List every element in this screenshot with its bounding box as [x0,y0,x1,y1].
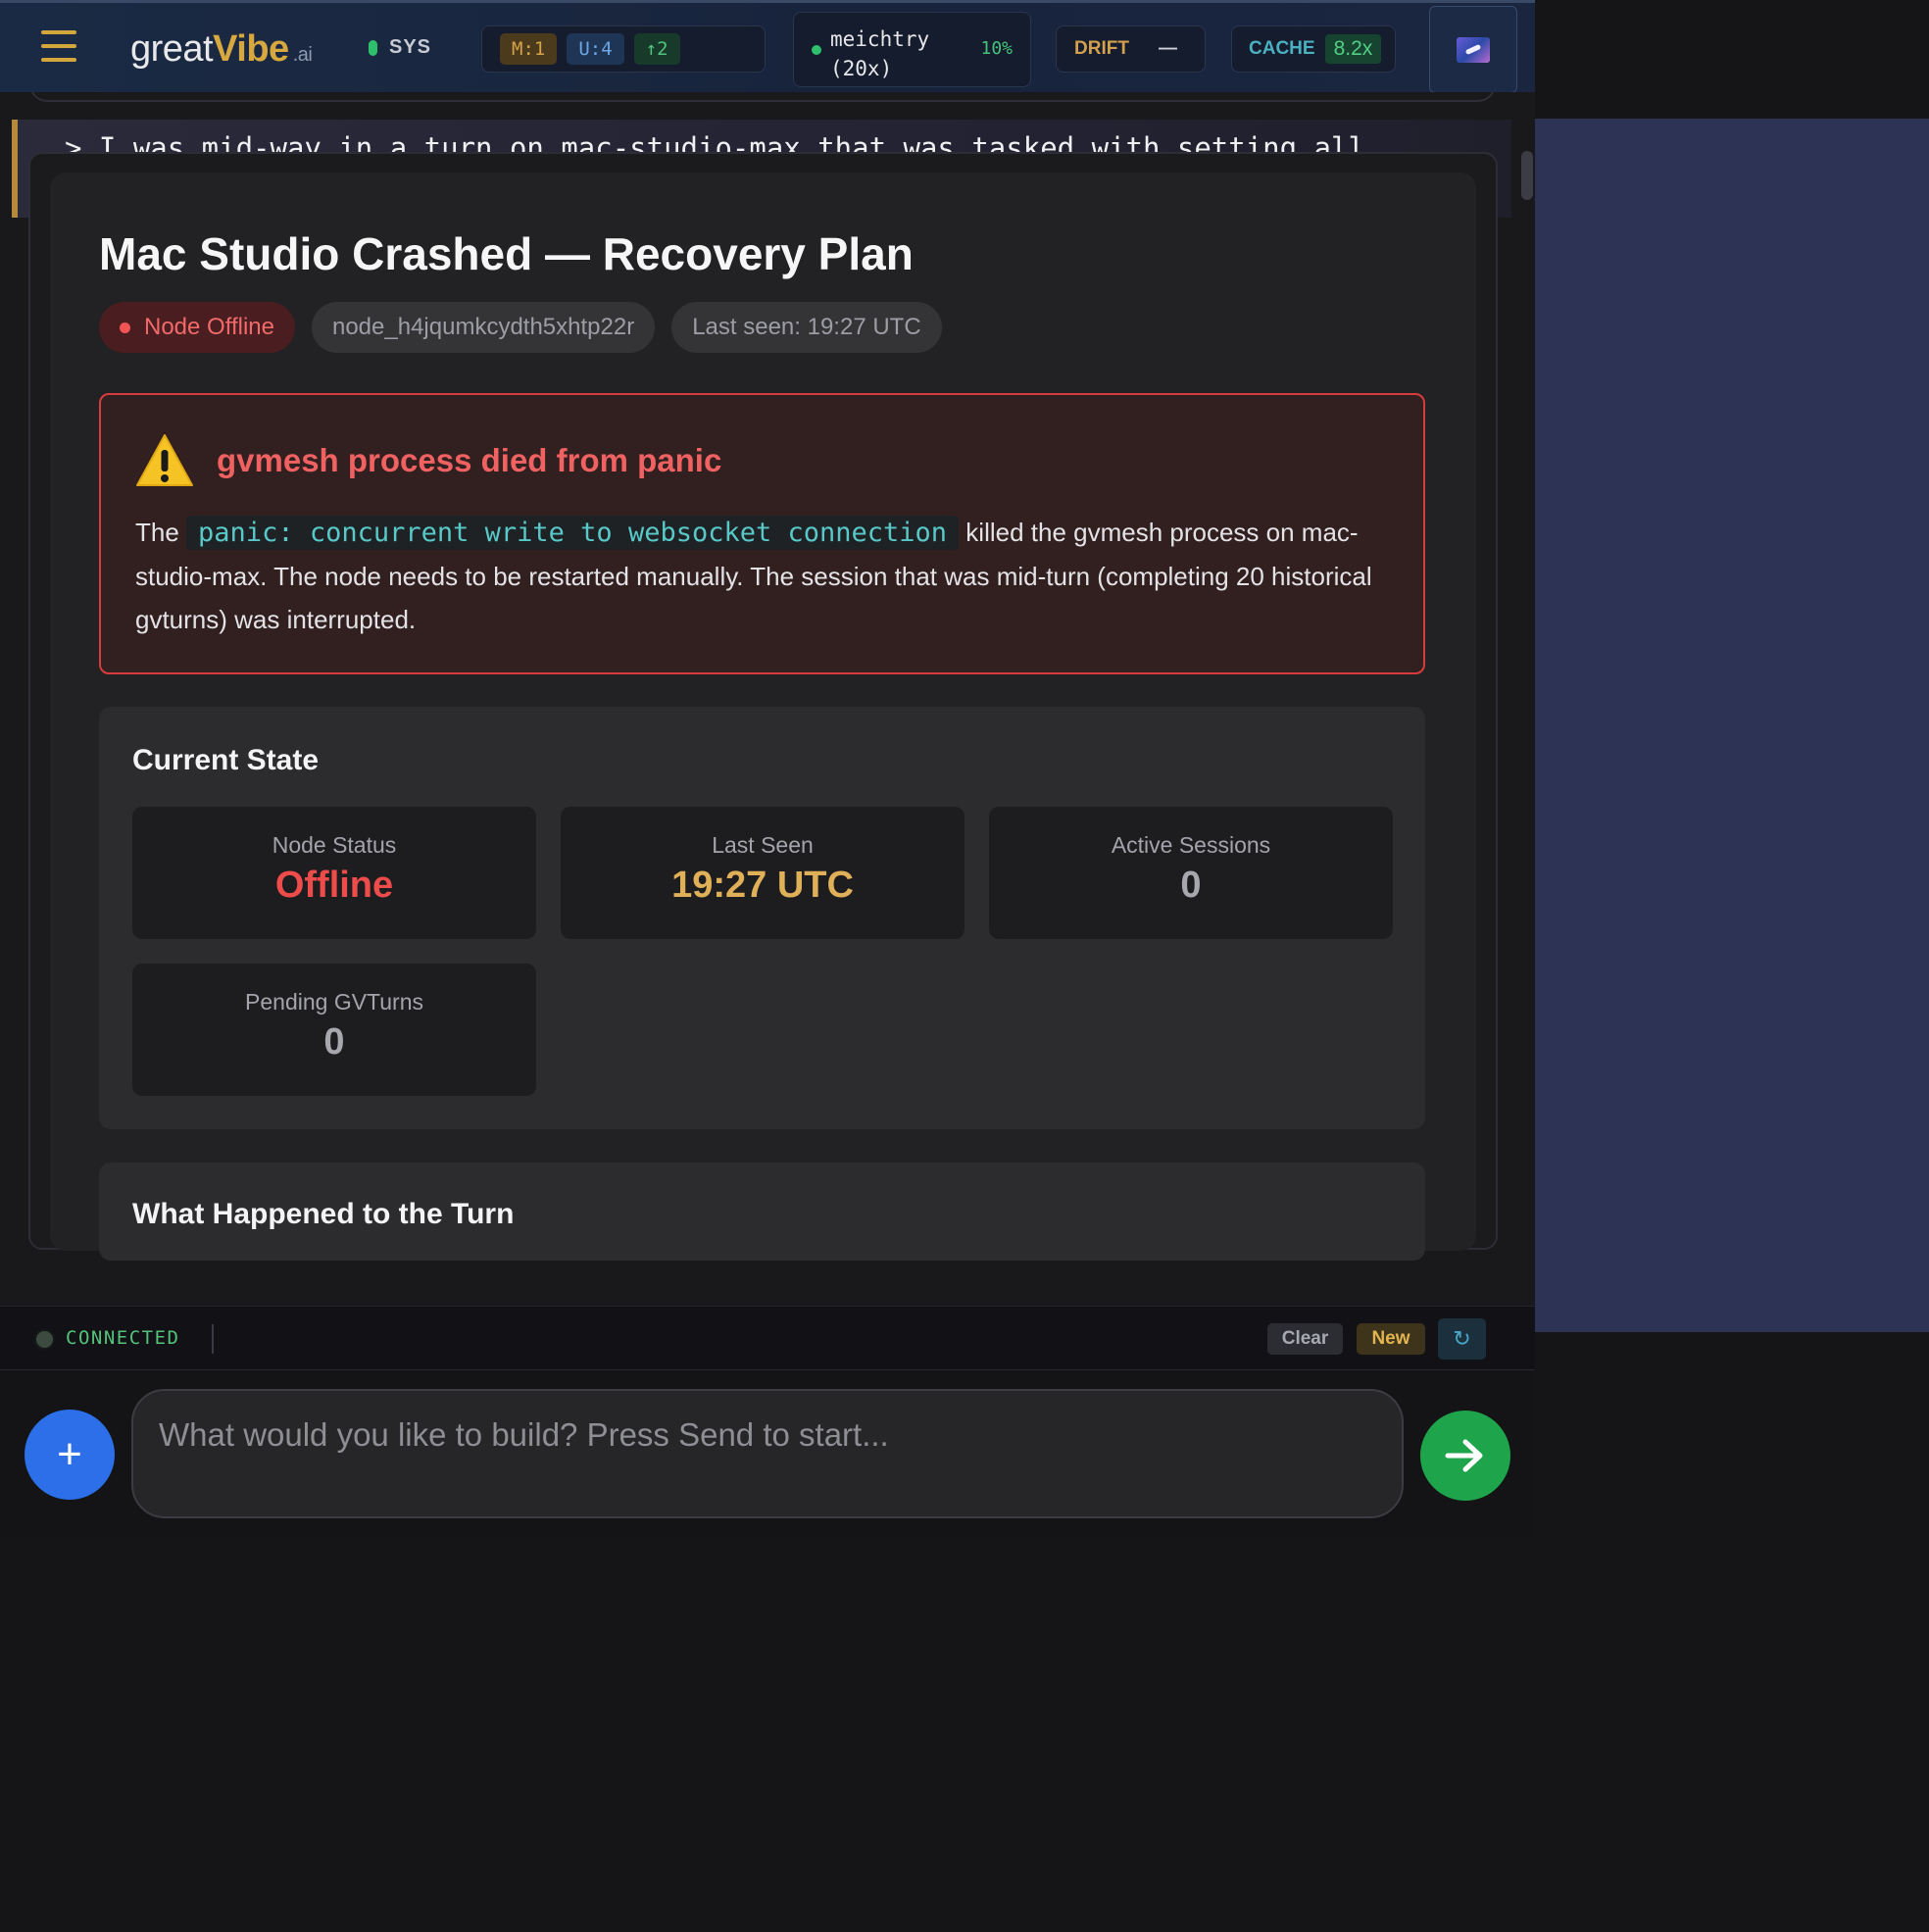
new-button[interactable]: New [1357,1323,1425,1355]
cache-label: CACHE [1249,38,1315,59]
stat-label: Last Seen [712,832,814,858]
composer: + [0,1370,1535,1537]
stat-value: 0 [1180,865,1202,906]
current-state-section: Current State Node Status Offline Last S… [99,707,1425,1129]
git-status[interactable]: main M:1 U:4 ↑2 [481,25,1929,1332]
drift-value: — [1158,38,1177,59]
online-dot-icon [812,45,821,55]
stat-label: Node Status [272,832,397,858]
status-bar: CONNECTED Clear New ↻ [0,1306,1535,1370]
alert-body: The panic: concurrent write to websocket… [135,516,1372,634]
send-button[interactable] [1420,1411,1510,1501]
red-dot-icon [120,322,130,333]
divider [212,1324,214,1354]
status-chips: Node Offline node_h4jqumkcydth5xhtp22r L… [99,302,942,353]
turn-section: What Happened to the Turn [99,1163,1425,1261]
stat-node-status: Node Status Offline [132,807,536,939]
warning-icon [136,434,193,486]
node-id-chip: node_h4jqumkcydth5xhtp22r [311,302,656,353]
untracked-badge: U:4 [567,33,624,65]
plus-icon: + [57,1430,82,1478]
avatar-button[interactable] [1429,6,1517,93]
last-seen-chip: Last seen: 19:27 UTC [671,302,942,353]
page-title: Mac Studio Crashed — Recovery Plan [99,228,914,279]
attach-button[interactable]: + [25,1410,115,1500]
sys-indicator[interactable]: SYS [369,36,431,59]
modified-badge: M:1 [500,33,558,65]
arrow-right-icon [1445,1439,1483,1472]
panic-alert: gvmesh process died from panic The panic… [99,393,1425,674]
section-title: Current State [132,744,320,776]
stat-label: Pending GVTurns [245,989,423,1015]
connection-dot-icon [36,1331,53,1348]
stat-active-sessions: Active Sessions 0 [989,807,1393,939]
logo-prefix: great [130,28,214,70]
user-usage[interactable]: meichtry (20x) 10% [793,12,1031,87]
logo-brand: Vibe [213,28,289,70]
user-name: meichtry (20x) [830,27,930,80]
status-dot-icon [369,39,377,56]
sys-label: SYS [389,36,432,58]
usage-percent: 10% [980,38,1013,59]
scrollbar-thumb[interactable] [1521,151,1533,200]
cache-value: 8.2x [1324,34,1382,64]
menu-icon[interactable] [41,30,76,64]
panic-message-code: panic: concurrent write to websocket con… [186,516,960,550]
cache-indicator[interactable]: CACHE 8.2x [1231,25,1396,73]
message-input[interactable] [131,1389,1404,1518]
clear-button[interactable]: Clear [1267,1323,1343,1355]
stat-value: 0 [323,1021,345,1063]
section-title: What Happened to the Turn [132,1198,515,1230]
connection-status: CONNECTED [66,1327,180,1349]
stat-value: 19:27 UTC [671,865,854,906]
galaxy-avatar-icon [1457,36,1490,63]
logo-suffix: .ai [292,44,313,66]
stat-pending-gvturns: Pending GVTurns 0 [132,964,536,1096]
app-logo[interactable]: greatVibe .ai [130,28,313,71]
drift-indicator[interactable]: DRIFT — [1056,25,1206,73]
refresh-button[interactable]: ↻ [1438,1318,1486,1360]
stat-last-seen: Last Seen 19:27 UTC [561,807,964,939]
alert-title: gvmesh process died from panic [217,442,722,478]
drift-label: DRIFT [1074,38,1129,59]
stat-label: Active Sessions [1111,832,1271,858]
previous-card-edge [29,92,1496,102]
ahead-badge: ↑2 [633,33,680,65]
stat-value: Offline [274,865,394,906]
top-bar: greatVibe.ai SYS main M:1 U:4 ↑2 meichtr… [0,0,1929,1332]
node-offline-badge: Node Offline [99,302,295,353]
